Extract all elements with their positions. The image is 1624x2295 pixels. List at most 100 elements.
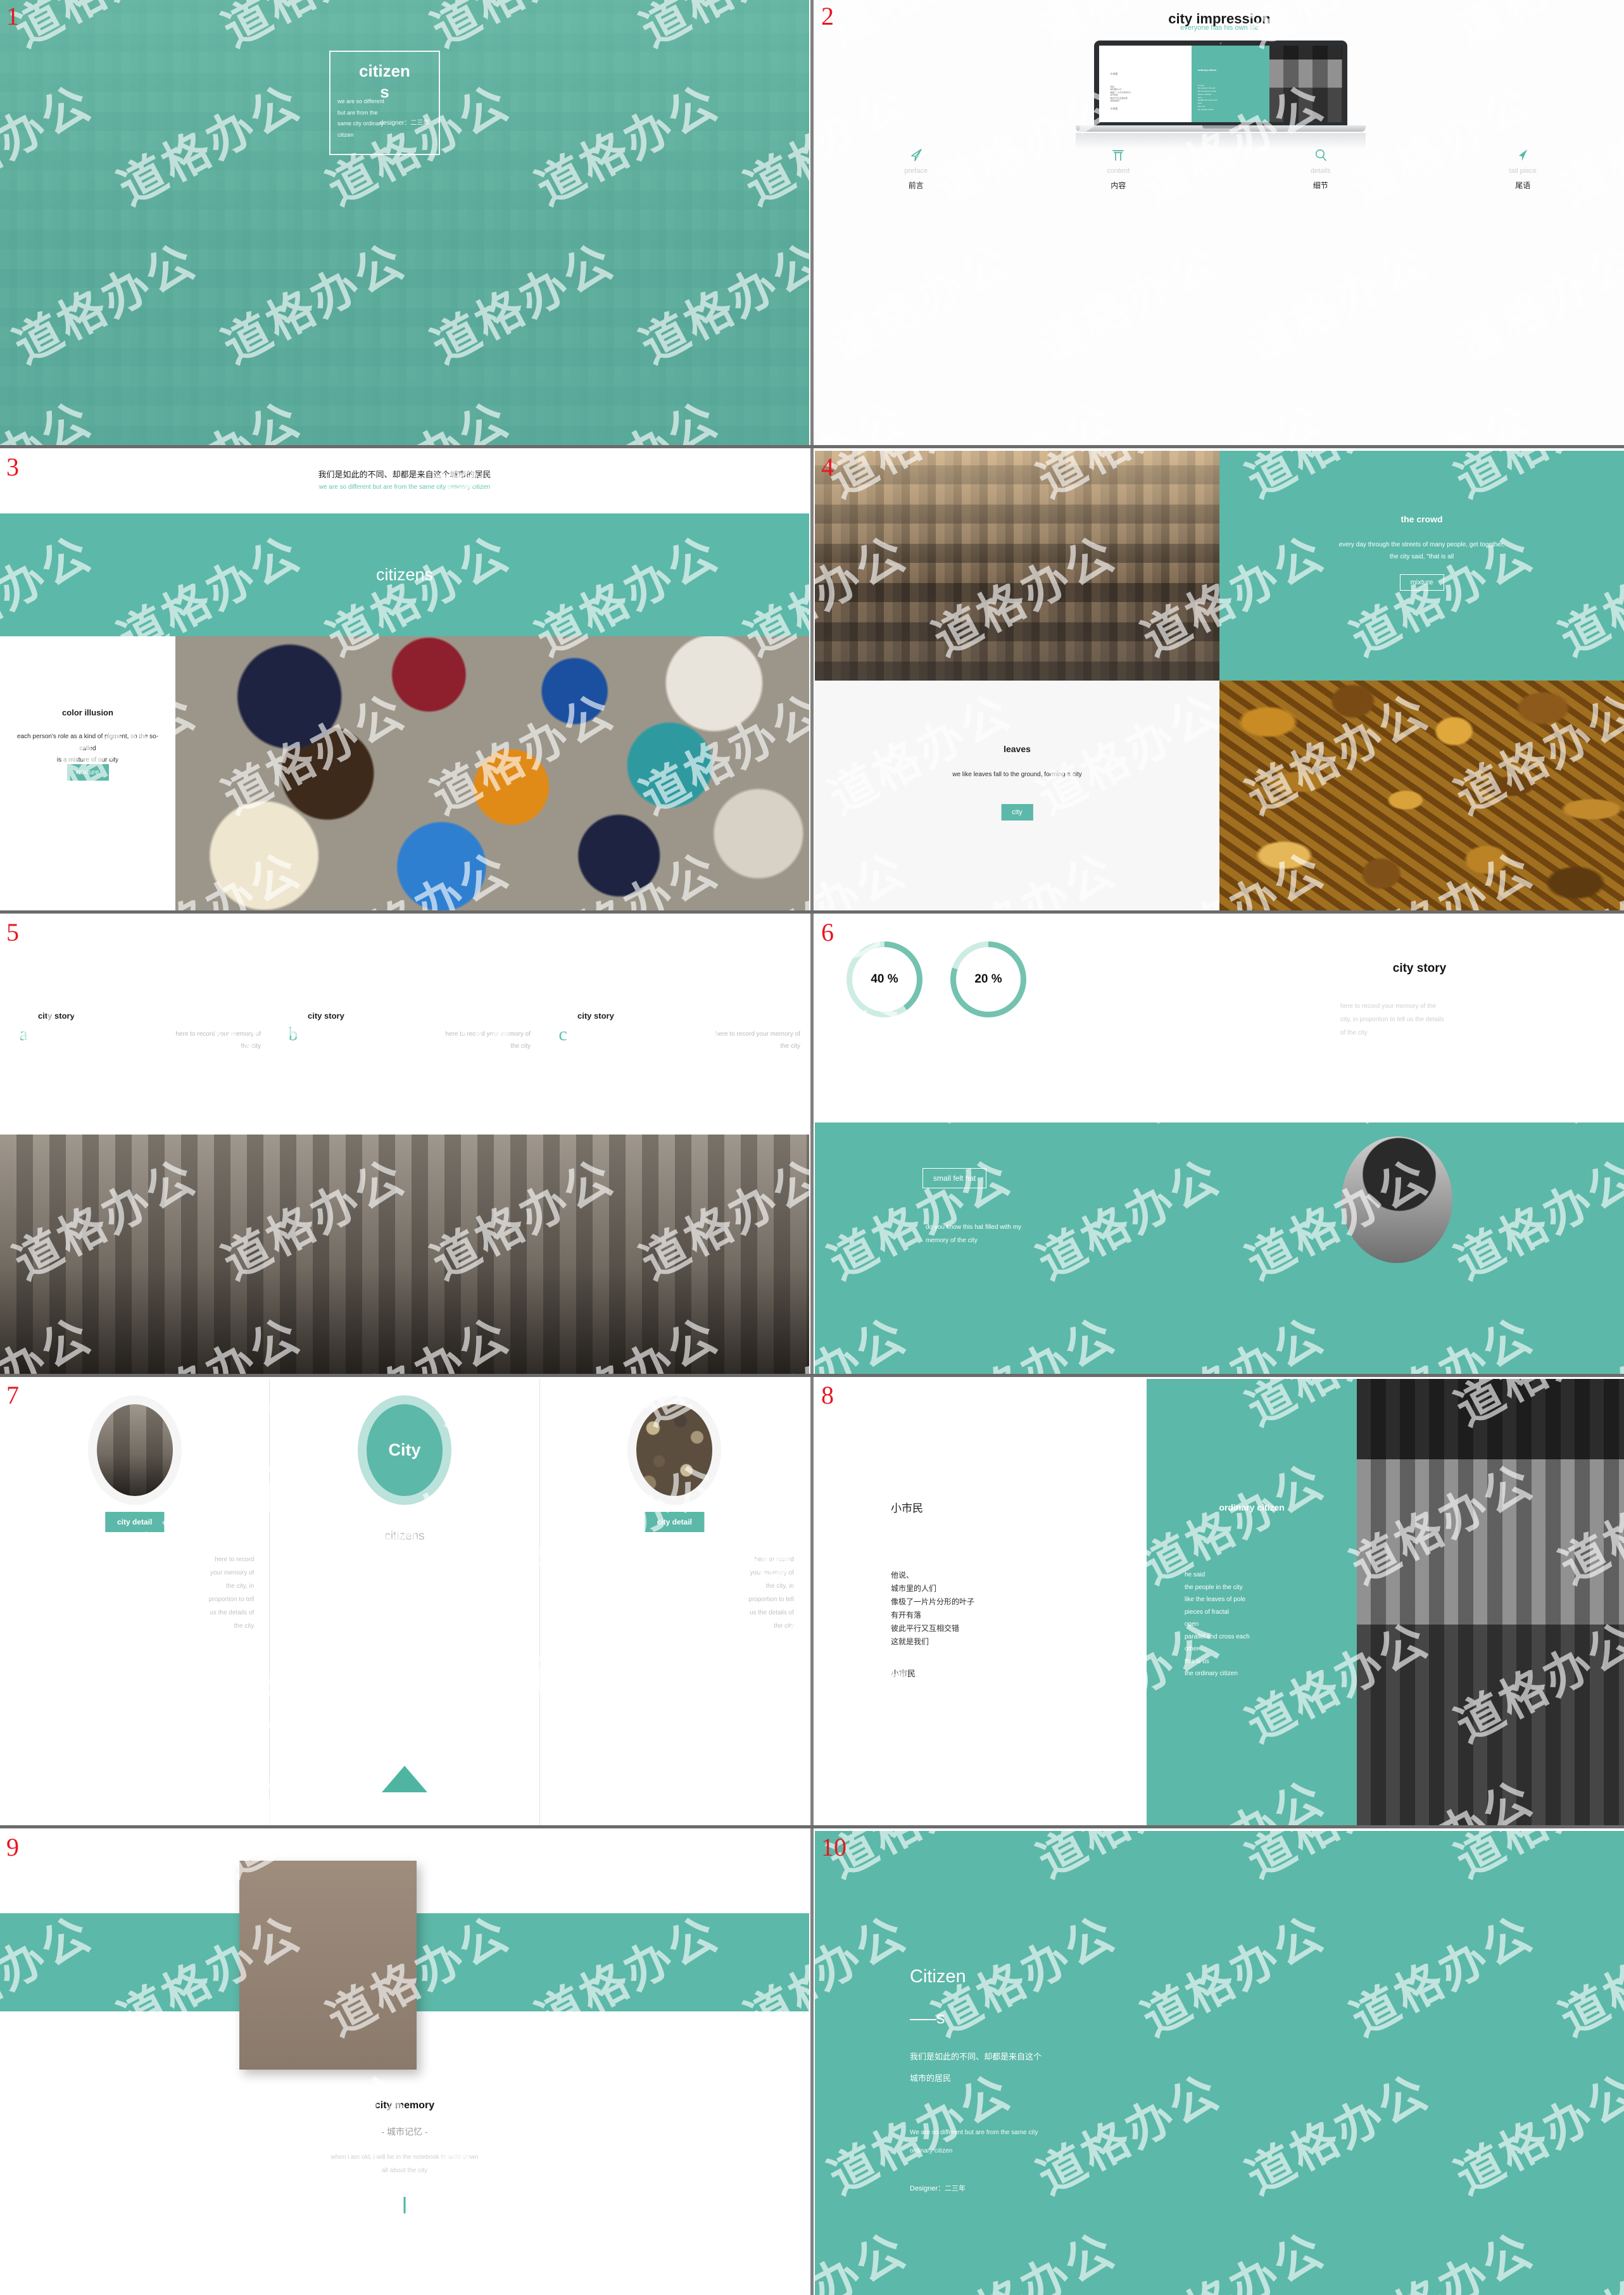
donut-label-20: 20 % bbox=[974, 972, 1002, 986]
triangle-up-icon bbox=[381, 1766, 427, 1792]
slide5-letter-b: b bbox=[288, 1024, 298, 1045]
slide7-column-left: city detail here to record your memory o… bbox=[0, 1379, 269, 1825]
slide8-photo bbox=[1357, 1379, 1624, 1825]
slide-number-7: 7 bbox=[6, 1381, 19, 1409]
slide4-leaves-title: leaves bbox=[1004, 744, 1031, 754]
nav-label-en-content: content bbox=[1107, 167, 1130, 175]
slide5-body-c: here to record your memory of the city bbox=[715, 1031, 801, 1050]
slide-number-3: 3 bbox=[6, 453, 19, 481]
slide7-column-middle: City citizens bbox=[269, 1379, 539, 1825]
slide6-body: here to record your memory of the city, … bbox=[1340, 1003, 1444, 1036]
nav-item-details[interactable]: details 细节 bbox=[1219, 144, 1422, 191]
slide-thumbnail-8[interactable]: 小市民 他说、 城市里的人们 像极了一片片分形的叶子 有开有落 彼此平行又互相交… bbox=[815, 1379, 1624, 1825]
laptop-mockup: 小市民 他说、 城市里的人们 像极了一片片分形的叶子 有开有落 彼此平行又互相交… bbox=[1076, 41, 1366, 149]
slide5-card-c[interactable]: c city story here to record your memory … bbox=[539, 1011, 809, 1052]
slide3-card-body: each person's role as a kind of pigment,… bbox=[16, 733, 159, 764]
small-felt-hat-button[interactable]: small felt hat bbox=[922, 1168, 987, 1188]
slide5-card-row: a city story here to record your memory … bbox=[0, 1011, 809, 1052]
slide3-en-headline: we are so different but are from the sam… bbox=[318, 484, 491, 491]
slide9-title: city memory bbox=[374, 2100, 435, 2111]
slide3-paint-photo bbox=[175, 636, 809, 910]
slide-thumbnail-2[interactable]: city impression everyone has his own lif… bbox=[815, 0, 1624, 445]
slide3-band-title: citizens bbox=[375, 565, 434, 584]
slide3-cn-headline: 我们是如此的不同、却都是来自这个城市的居民 bbox=[318, 470, 491, 479]
search-icon bbox=[1219, 144, 1422, 166]
slide10-designer: Designer：二三年 bbox=[910, 2185, 966, 2192]
slide8-teal-panel: ordinary citizen he said the people in t… bbox=[1146, 1379, 1357, 1825]
slide9-body: when i am old, i will be in the notebook… bbox=[330, 2154, 479, 2174]
column-divider bbox=[810, 0, 814, 2295]
donut-chart-20: 20 % bbox=[950, 941, 1026, 1017]
mixture-button[interactable]: mixture bbox=[66, 764, 109, 781]
slide10-en-body: We are so different but are from the sam… bbox=[910, 2129, 1038, 2154]
slide5-card-a[interactable]: a city story here to record your memory … bbox=[0, 1011, 270, 1052]
slide9-accent-bar bbox=[403, 2197, 406, 2213]
slide4-leaves-photo bbox=[1219, 681, 1624, 910]
mockup-teal-panel: ordinary citizen he said the people in t… bbox=[1191, 46, 1269, 122]
slide6-lower-body: do you know this hat filled with my memo… bbox=[926, 1224, 1022, 1244]
slide-number-6: 6 bbox=[821, 918, 834, 946]
slide-thumbnail-5[interactable]: a city story here to record your memory … bbox=[0, 916, 809, 1374]
slide1-title-line1: citizen bbox=[359, 61, 410, 80]
nav-label-cn-details: 细节 bbox=[1312, 181, 1328, 190]
nav-label-cn-preface: 前言 bbox=[908, 181, 924, 190]
slide7-body-left: here to record your memory of the city, … bbox=[208, 1556, 255, 1630]
slide8-white-panel: 小市民 他说、 城市里的人们 像极了一片片分形的叶子 有开有落 彼此平行又互相交… bbox=[815, 1379, 1147, 1825]
slide6-title: city story bbox=[1392, 962, 1447, 975]
slide-thumbnail-10[interactable]: Citizen s 我们是如此的不同、却都是来自这个 城市的居民 We are … bbox=[815, 1831, 1624, 2295]
slide3-teal-band: citizens bbox=[0, 513, 809, 636]
mockup-cn-footer: 小市民 bbox=[1110, 106, 1118, 110]
slide-number-1: 1 bbox=[6, 2, 19, 30]
nav-item-preface[interactable]: preface 前言 bbox=[815, 144, 1017, 191]
slide1-designer: designer：二三年 bbox=[380, 120, 430, 127]
slide7-photo-right bbox=[636, 1404, 713, 1496]
slide6-lower-panel: small felt hat do you know this hat fill… bbox=[815, 1122, 1624, 1374]
slide2-subtitle: everyone has his own life bbox=[1180, 24, 1259, 32]
city-detail-button-left[interactable]: city detail bbox=[104, 1512, 165, 1532]
nav-label-en-tail: tail piece bbox=[1509, 167, 1537, 175]
torii-gate-icon bbox=[1017, 144, 1220, 166]
slide5-letter-c: c bbox=[558, 1024, 567, 1045]
slide5-body-b: here to record your memory of the city bbox=[445, 1031, 531, 1050]
portrait-avatar bbox=[1342, 1136, 1452, 1263]
slide8-cn-body: 他说、 城市里的人们 像极了一片片分形的叶子 有开有落 彼此平行又互相交错 这就… bbox=[891, 1571, 975, 1646]
nav-item-content[interactable]: content 内容 bbox=[1017, 144, 1220, 191]
slide10-title-main: Citizen bbox=[910, 1966, 966, 1987]
city-badge-label: City bbox=[388, 1440, 421, 1459]
crowd-mixture-button[interactable]: mixture bbox=[1399, 574, 1444, 591]
slide5-card-b[interactable]: b city story here to record your memory … bbox=[270, 1011, 539, 1052]
slide-thumbnail-3[interactable]: 我们是如此的不同、却都是来自这个城市的居民 we are so differen… bbox=[0, 451, 809, 910]
leaves-city-button[interactable]: city bbox=[1001, 804, 1033, 821]
slide9-notebook-photo bbox=[239, 1861, 417, 2070]
nav-label-en-details: details bbox=[1310, 167, 1331, 175]
city-detail-button-right[interactable]: city detail bbox=[645, 1512, 704, 1532]
slide10-title-s: s bbox=[936, 2008, 945, 2028]
slide-number-8: 8 bbox=[821, 1381, 834, 1409]
slide5-title-b: city story bbox=[308, 1011, 344, 1021]
nav-label-cn-tail: 尾语 bbox=[1515, 181, 1531, 190]
slide4-crowd-title: the crowd bbox=[1401, 514, 1443, 524]
slide-thumbnail-9[interactable]: city memory - 城市记忆 - when i am old, i wi… bbox=[0, 1831, 809, 2295]
slide9-subtitle: - 城市记忆 - bbox=[381, 2127, 428, 2137]
mockup-cn-heading: 小市民 bbox=[1110, 72, 1118, 76]
slide-thumbnail-7[interactable]: city detail here to record your memory o… bbox=[0, 1379, 809, 1825]
slide-thumbnail-4[interactable]: the crowd every day through the streets … bbox=[815, 451, 1624, 910]
slide3-lower: color illusion each person's role as a k… bbox=[0, 636, 809, 910]
slide-thumbnail-1[interactable]: citizen s we are so different but are fr… bbox=[0, 0, 809, 445]
section-nav: preface 前言 content 内容 details 细节 tail pi… bbox=[815, 144, 1624, 191]
webcam-icon bbox=[1219, 42, 1222, 44]
slide8-cn-heading: 小市民 bbox=[891, 1502, 923, 1514]
nav-item-tail-piece[interactable]: tail piece 尾语 bbox=[1422, 144, 1624, 191]
slide4-leaves-panel: leaves we like leaves fall to the ground… bbox=[815, 681, 1219, 910]
slide7-photo-left bbox=[96, 1404, 173, 1496]
slide7-body-right: here to record your memory of the city, … bbox=[748, 1556, 794, 1630]
slide7-column-right: city detail here to record your memory o… bbox=[539, 1379, 809, 1825]
mockup-photo-panel bbox=[1269, 46, 1342, 122]
slide5-body-a: here to record your memory of the city bbox=[175, 1031, 261, 1050]
slide3-text-column: color illusion each person's role as a k… bbox=[0, 636, 175, 910]
laptop-screen: 小市民 他说、 城市里的人们 像极了一片片分形的叶子 有开有落 彼此平行又互相交… bbox=[1099, 46, 1342, 122]
slide5-title-c: city story bbox=[577, 1011, 614, 1021]
slide-thumbnail-6[interactable]: 40 % 20 % city story here to record your… bbox=[815, 916, 1624, 1374]
laptop-notch bbox=[1202, 125, 1239, 129]
slide4-crowd-panel: the crowd every day through the streets … bbox=[1219, 451, 1624, 681]
